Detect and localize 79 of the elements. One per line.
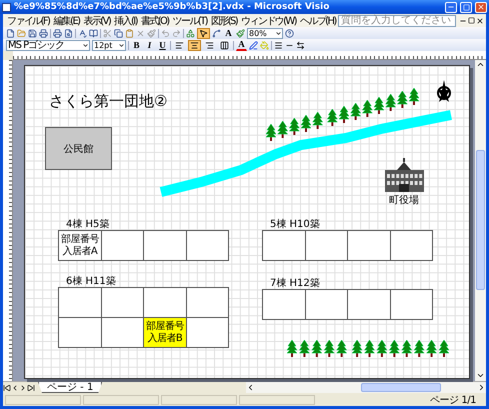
menu-item[interactable]: ウィンドウ(W) [239,14,298,28]
hall-shape: 公民館 [45,127,112,170]
text-tool-button[interactable]: A [223,28,234,38]
maximize-icon [462,4,470,10]
undo-icon[interactable] [161,28,170,38]
page-tab[interactable]: ページ - 1 [38,382,102,393]
scroll-left-icon[interactable] [246,383,255,392]
building-drawing [385,158,424,192]
close-button[interactable] [475,2,487,12]
help-icon[interactable] [285,28,294,38]
restore-icon[interactable] [468,16,475,24]
delete-icon[interactable] [136,28,145,38]
dropdown-icon [118,42,125,48]
scroll-thumb[interactable] [361,383,441,392]
scroll-thumb[interactable] [476,150,485,290]
align-button[interactable] [173,40,186,50]
print-preview-icon[interactable] [64,28,73,38]
dropdown-icon [275,30,282,36]
menu-item[interactable]: 表示(V) [81,14,112,28]
vertical-scrollbar[interactable] [475,60,486,381]
maximize-button[interactable] [460,2,472,12]
menu-item[interactable]: 編集(E) [51,14,82,28]
line-ends-icon[interactable] [296,40,305,50]
close-icon [477,3,485,11]
line-color-icon[interactable] [249,40,258,50]
next-page-icon[interactable] [19,384,27,392]
line-weight-icon[interactable] [274,40,283,50]
previous-page-icon[interactable] [11,384,19,392]
save-icon[interactable] [28,28,37,38]
zoom-select[interactable]: 80% [247,28,283,38]
text-style-button[interactable]: I [144,40,155,50]
building-label: 5棟 H10築 [270,218,320,231]
dropdown-icon [82,42,89,48]
book-icon[interactable] [89,28,98,38]
room-text: 部屋番号 入居者B [146,320,184,344]
print-icon[interactable] [53,28,62,38]
printer-icon[interactable] [39,28,48,38]
new-file-icon[interactable] [6,28,15,38]
app-icon [2,2,11,12]
align-button[interactable] [203,40,216,50]
format-painter-icon[interactable] [236,28,245,38]
horizontal-scrollbar[interactable] [246,382,486,393]
font-size-select[interactable]: 12pt [92,40,126,50]
menu-item[interactable]: 書式(O) [138,14,171,28]
text-style-button[interactable]: B [131,40,142,50]
pointer-tool-button[interactable] [197,28,210,38]
last-page-icon[interactable] [27,384,35,392]
page-indicator: ページ 1/1 [430,394,477,406]
scroll-down-icon[interactable] [476,371,485,380]
building-label: 6棟 H11築 [66,274,116,288]
connector-icon[interactable] [212,28,221,38]
spelling-icon[interactable] [78,28,87,38]
copy-icon[interactable] [114,28,123,38]
brush-icon[interactable] [147,28,156,38]
first-page-icon[interactable] [3,384,11,392]
window-title: %e9%85%8d%e7%bd%ae%e5%9b%b3[2].vdx - Microsoft Visio [14,2,330,12]
scroll-right-icon[interactable] [477,383,486,392]
font-select[interactable]: MS Pゴシック [6,40,90,50]
menu-item[interactable]: 図形(S) [208,14,240,28]
drawing-title: さくら第一団地② [49,92,168,111]
building-label: 7棟 H12築 [270,276,320,290]
text-style-button[interactable]: U [157,40,168,50]
scroll-up-icon[interactable] [476,60,485,69]
compass-icon [437,80,451,102]
menu-item[interactable]: ファイル(F) [5,14,52,28]
menu-item[interactable]: 挿入(I) [112,14,139,28]
fill-color-icon[interactable] [260,40,269,50]
room-text: 部屋番号 入居者A [60,234,99,258]
menu-item[interactable]: ツール(T) [170,14,209,28]
minimize-button[interactable] [445,2,457,12]
align-button[interactable] [188,40,201,50]
building-label: 町役場 [389,194,419,207]
shapes-icon[interactable] [186,28,195,38]
redo-icon[interactable] [172,28,181,38]
menu-item[interactable]: ヘルプ(H) [298,14,338,28]
building-label: 4棟 H5築 [66,218,110,231]
close-icon[interactable] [476,16,484,24]
align-button[interactable] [218,40,231,50]
help-search-field[interactable]: 質問を入力してください [338,14,456,26]
